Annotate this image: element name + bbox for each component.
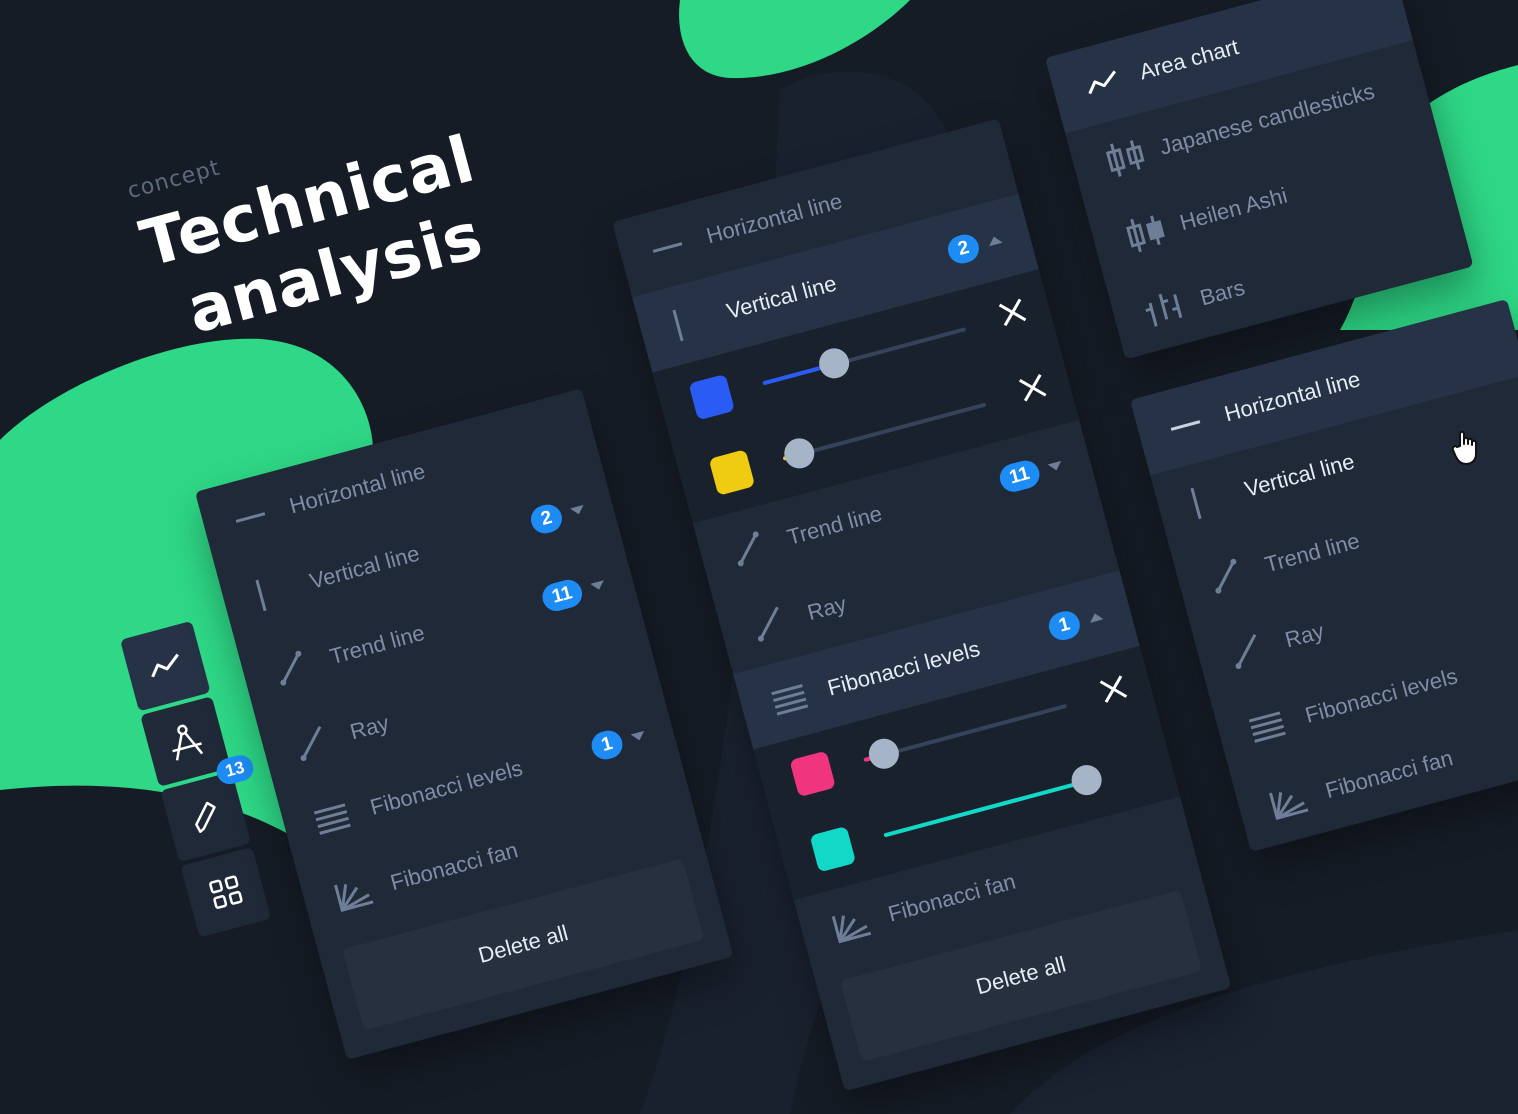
candlesticks-icon [1102, 132, 1165, 179]
horizontal-line-icon [652, 234, 708, 254]
slider-handle[interactable] [865, 735, 903, 773]
vertical-line-icon [669, 297, 731, 342]
close-icon[interactable] [1014, 370, 1051, 407]
fibonacci-levels-icon [313, 796, 374, 836]
color-swatch[interactable] [789, 750, 836, 798]
fibonacci-levels-icon [1248, 704, 1309, 744]
fibonacci-levels-icon [771, 676, 832, 716]
horizontal-line-icon [235, 504, 291, 524]
ray-icon [292, 717, 354, 762]
fibonacci-fan-icon [1268, 777, 1330, 820]
line-chart-icon [151, 653, 179, 678]
slider-handle[interactable] [815, 345, 853, 382]
ray-icon [1227, 625, 1289, 670]
vertical-line-icon [1187, 475, 1249, 520]
color-swatch[interactable] [688, 373, 736, 421]
slider-handle[interactable] [780, 435, 818, 472]
chevron-up-icon[interactable] [1087, 611, 1104, 623]
chevron-down-icon[interactable] [570, 504, 586, 517]
trend-line-icon [272, 642, 334, 687]
compass-icon [172, 724, 204, 761]
chevron-down-icon[interactable] [1047, 460, 1064, 473]
area-chart-icon [1083, 62, 1143, 98]
horizontal-line-icon [1170, 412, 1226, 432]
count-badge: 11 [996, 457, 1043, 495]
chevron-down-icon[interactable] [630, 730, 647, 743]
slider-handle[interactable] [1068, 761, 1106, 799]
heikin-ashi-icon [1122, 207, 1185, 254]
trend-line-icon [1207, 550, 1269, 595]
ray-icon [750, 598, 812, 643]
chevron-up-icon[interactable] [987, 234, 1003, 247]
count-badge: 11 [539, 576, 586, 615]
close-icon[interactable] [994, 294, 1031, 331]
chevron-down-icon[interactable] [590, 580, 606, 592]
vertical-line-icon [252, 567, 314, 612]
pencil-icon [195, 801, 216, 833]
close-icon[interactable] [1095, 671, 1132, 708]
fibonacci-fan-icon [831, 900, 893, 944]
grid-icon [209, 875, 243, 909]
trend-line-icon [730, 523, 792, 568]
color-swatch[interactable] [809, 825, 857, 873]
hand-cursor-icon [1451, 430, 1477, 465]
fibonacci-fan-icon [333, 869, 395, 912]
bars-icon [1142, 283, 1205, 330]
color-swatch[interactable] [708, 449, 756, 496]
